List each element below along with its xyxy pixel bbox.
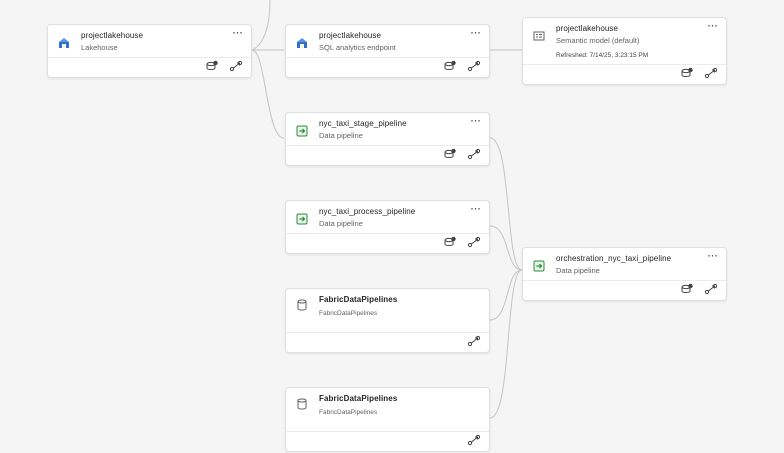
card-actions [467, 334, 481, 348]
semantic-model-icon [533, 30, 545, 42]
lakehouse-card[interactable]: projectlakehouse Lakehouse ··· [47, 24, 252, 78]
sql-endpoint-title: projectlakehouse [319, 31, 382, 40]
impact-analysis-icon[interactable] [443, 147, 457, 161]
lakehouse-icon [58, 37, 70, 49]
orchestration-pipeline-card[interactable]: orchestration_nyc_taxi_pipeline Data pip… [522, 247, 727, 301]
pipeline-icon [296, 125, 308, 137]
process-pipeline-title: nyc_taxi_process_pipeline [319, 207, 416, 216]
database-icon [296, 398, 308, 410]
sql-endpoint-more-button[interactable]: ··· [469, 29, 483, 39]
stage-pipeline-card[interactable]: nyc_taxi_stage_pipeline Data pipeline ··… [285, 112, 490, 166]
semantic-model-card[interactable]: projectlakehouse Semantic model (default… [522, 17, 727, 85]
connector-lakehouse-to-stage [251, 49, 285, 139]
stage-pipeline-title: nyc_taxi_stage_pipeline [319, 119, 407, 128]
stage-pipeline-subtitle: Data pipeline [319, 131, 363, 140]
card-divider [523, 280, 726, 281]
orchestration-pipeline-subtitle: Data pipeline [556, 266, 600, 275]
connector-top-lakehouse [251, 0, 271, 51]
card-divider [286, 233, 489, 234]
lineage-icon[interactable] [467, 235, 481, 249]
lakehouse-title: projectlakehouse [81, 31, 144, 40]
pipeline-icon [296, 213, 308, 225]
process-pipeline-more-button[interactable]: ··· [469, 205, 483, 215]
connector-fabric1-to-orch [489, 269, 523, 321]
lineage-canvas: projectlakehouse Lakehouse ··· projectla… [0, 0, 784, 453]
fabric-data-pipelines-title: FabricDataPipelines [319, 295, 398, 304]
connector-process-to-orch [489, 225, 523, 271]
card-divider [48, 57, 251, 58]
pipeline-icon [533, 260, 545, 272]
sql-endpoint-subtitle: SQL analytics endpoint [319, 43, 396, 52]
lineage-icon[interactable] [467, 59, 481, 73]
card-divider [286, 431, 489, 432]
card-actions [205, 59, 243, 73]
impact-analysis-icon[interactable] [443, 235, 457, 249]
impact-analysis-icon[interactable] [443, 59, 457, 73]
card-divider [523, 64, 726, 65]
stage-pipeline-more-button[interactable]: ··· [469, 117, 483, 127]
orchestration-pipeline-title: orchestration_nyc_taxi_pipeline [556, 254, 672, 263]
fabric-data-pipelines-card-2[interactable]: FabricDataPipelines FabricDataPipelines [285, 387, 490, 452]
impact-analysis-icon[interactable] [680, 66, 694, 80]
orchestration-pipeline-more-button[interactable]: ··· [706, 252, 720, 262]
sql-endpoint-icon [296, 37, 308, 49]
fabric-data-pipelines-title: FabricDataPipelines [319, 394, 398, 403]
lineage-icon[interactable] [467, 334, 481, 348]
database-icon [296, 299, 308, 311]
card-divider [286, 145, 489, 146]
semantic-model-refreshed: Refreshed: 7/14/25, 3:23:15 PM [556, 52, 649, 59]
lineage-icon[interactable] [704, 282, 718, 296]
connector-fabric2-to-orch [489, 269, 523, 419]
lineage-icon[interactable] [229, 59, 243, 73]
semantic-model-subtitle: Semantic model (default) [556, 36, 640, 45]
lakehouse-subtitle: Lakehouse [81, 43, 118, 52]
fabric-data-pipelines-subtitle: FabricDataPipelines [319, 409, 378, 416]
card-divider [286, 57, 489, 58]
card-divider [286, 332, 489, 333]
process-pipeline-subtitle: Data pipeline [319, 219, 363, 228]
semantic-model-title: projectlakehouse [556, 24, 619, 33]
lakehouse-more-button[interactable]: ··· [231, 29, 245, 39]
connector-stage-to-orch [489, 137, 523, 271]
sql-endpoint-card[interactable]: projectlakehouse SQL analytics endpoint … [285, 24, 490, 78]
semantic-model-more-button[interactable]: ··· [706, 22, 720, 32]
card-actions [443, 59, 481, 73]
fabric-data-pipelines-subtitle: FabricDataPipelines [319, 310, 378, 317]
lineage-icon[interactable] [704, 66, 718, 80]
card-actions [443, 147, 481, 161]
card-actions [443, 235, 481, 249]
card-actions [680, 282, 718, 296]
process-pipeline-card[interactable]: nyc_taxi_process_pipeline Data pipeline … [285, 200, 490, 254]
card-actions [467, 433, 481, 447]
lineage-icon[interactable] [467, 147, 481, 161]
card-actions [680, 66, 718, 80]
lineage-icon[interactable] [467, 433, 481, 447]
impact-analysis-icon[interactable] [205, 59, 219, 73]
impact-analysis-icon[interactable] [680, 282, 694, 296]
fabric-data-pipelines-card-1[interactable]: FabricDataPipelines FabricDataPipelines [285, 288, 490, 353]
